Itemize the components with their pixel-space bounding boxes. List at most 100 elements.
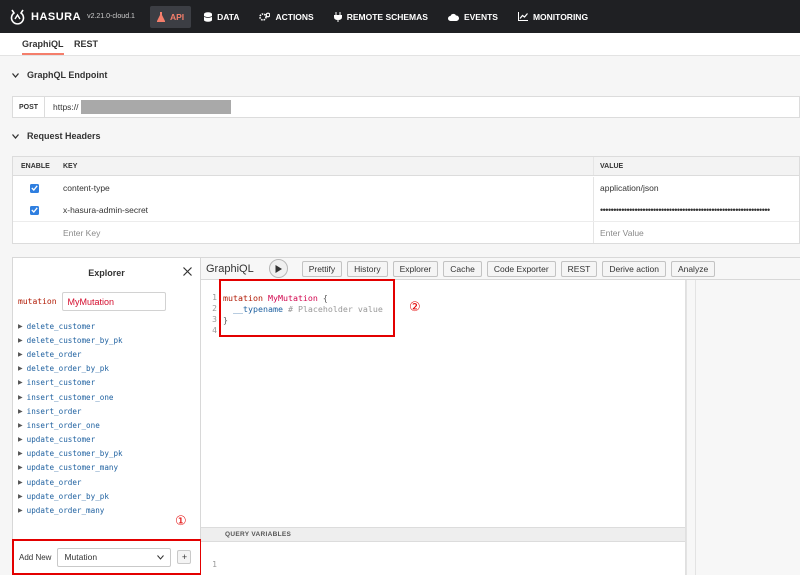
explorer-field-label: delete_customer [26,321,96,331]
graphiql-toolbar: GraphiQL Prettify History Explorer Cache… [201,258,800,280]
annotation-box-2 [219,279,395,337]
chevron-down-icon [12,71,19,80]
annotation-callout-2: ② [409,299,421,314]
explorer-field-item[interactable]: ▶ delete_customer_by_pk [18,333,123,347]
cloud-icon [447,13,459,21]
headers-section-header[interactable]: Request Headers [12,131,101,141]
explorer-field-item[interactable]: ▶ delete_customer [18,319,123,333]
explorer-field-label: insert_customer_one [26,392,114,402]
table-row: content-type application/json [13,177,799,199]
query-variables-header[interactable]: QUERY VARIABLES [201,527,685,542]
headers-section-title: Request Headers [27,131,101,141]
explorer-field-label: update_customer_by_pk [26,449,123,459]
nav-monitoring[interactable]: MONITORING [511,6,595,28]
col-key: KEY [55,157,594,175]
explorer-field-item[interactable]: ▶ insert_customer_one [18,390,123,404]
nav-api[interactable]: API [149,5,192,28]
execute-query-button[interactable] [268,259,288,278]
gears-icon [259,12,271,22]
history-button[interactable]: History [347,260,388,277]
code-exporter-button[interactable]: Code Exporter [486,260,556,277]
analyze-button[interactable]: Analyze [670,260,716,277]
caret-right-icon: ▶ [18,507,23,515]
derive-action-button[interactable]: Derive action [602,260,666,277]
explorer-field-item[interactable]: ▶ delete_order_by_pk [18,362,123,376]
col-enable: ENABLE [21,162,50,170]
nav-events[interactable]: EVENTS [441,6,505,28]
nav-api-label: API [169,11,185,22]
explorer-field-label: delete_customer_by_pk [26,335,123,345]
explorer-field-label: update_order [26,477,82,487]
endpoint-section-header[interactable]: GraphQL Endpoint [12,70,107,80]
caret-right-icon: ▶ [18,336,23,344]
caret-right-icon: ▶ [18,379,23,387]
explorer-field-item[interactable]: ▶ insert_customer [18,376,123,390]
caret-right-icon: ▶ [18,365,23,373]
explorer-field-item[interactable]: ▶ delete_order [18,347,123,361]
explorer-field-item[interactable]: ▶ update_order [18,475,123,489]
table-header-row: ENABLE KEY VALUE [13,157,799,176]
explorer-field-item[interactable]: ▶ update_customer [18,433,123,447]
header-key-input[interactable]: content-type [55,177,594,199]
graphiql-title: GraphiQL [206,262,254,275]
new-value-input[interactable]: Enter Value [594,228,799,238]
enable-checkbox[interactable] [29,183,39,193]
operation-name-input[interactable]: MyMutation [61,292,166,311]
header-key-input[interactable]: x-hasura-admin-secret [55,199,594,221]
hasura-logo-icon [9,8,26,25]
enable-checkbox[interactable] [29,205,39,215]
explorer-panel: Explorer mutation MyMutation ▶ delete_cus… [12,257,201,575]
operation-keyword: mutation [18,297,57,306]
header-value-input[interactable]: ••••••••••••••••••••••••••••••••••••••••… [594,205,799,215]
header-value-input[interactable]: application/json [594,183,799,193]
nav-data-label: DATA [217,11,240,22]
line-number: 3 [212,315,217,324]
caret-right-icon: ▶ [18,436,23,444]
prettify-button[interactable]: Prettify [301,260,343,277]
tab-rest[interactable]: REST [74,39,98,49]
explorer-title: Explorer [88,268,125,278]
explorer-field-item[interactable]: ▶ update_order_many [18,503,123,517]
close-icon[interactable] [183,264,192,279]
explorer-field-item[interactable]: ▶ insert_order [18,404,123,418]
endpoint-url-prefix: https:// [53,102,79,112]
nav-actions[interactable]: ACTIONS [252,6,320,28]
operation-row: mutation MyMutation [18,292,166,311]
brand-name: HASURA [31,10,82,23]
chart-icon [517,12,528,21]
new-key-input[interactable]: Enter Key [55,222,594,243]
http-method[interactable]: POST [13,97,45,117]
caret-right-icon: ▶ [18,492,23,500]
tab-graphiql[interactable]: GraphiQL [22,39,64,55]
chevron-down-icon [12,132,19,141]
caret-right-icon: ▶ [18,478,23,486]
plug-icon [333,11,342,22]
nav-data[interactable]: DATA [197,6,246,28]
request-headers-table: ENABLE KEY VALUE content-type applicatio… [12,156,800,244]
line-number: 4 [212,326,217,335]
nav-remote-schemas-label: REMOTE SCHEMAS [346,11,428,22]
table-row: x-hasura-admin-secret ••••••••••••••••••… [13,199,799,221]
top-navbar: HASURA v2.21.0-cloud.1 API DATA ACTIONS … [0,0,800,33]
rest-button[interactable]: REST [560,260,598,277]
endpoint-section-title: GraphQL Endpoint [27,70,108,80]
caret-right-icon: ▶ [18,322,23,330]
explorer-field-label: update_customer_many [26,463,119,473]
line-number: 2 [212,304,217,313]
cache-button[interactable]: Cache [443,260,482,277]
hasura-logo[interactable]: HASURA v2.21.0-cloud.1 [9,8,135,25]
explorer-field-item[interactable]: ▶ insert_order_one [18,418,123,432]
version-label: v2.21.0-cloud.1 [87,13,135,20]
nav-events-label: EVENTS [463,11,498,22]
explorer-field-label: insert_order [26,406,82,416]
explorer-field-item[interactable]: ▶ update_order_by_pk [18,489,123,503]
explorer-button[interactable]: Explorer [392,260,439,277]
explorer-field-item[interactable]: ▶ update_customer_by_pk [18,447,123,461]
explorer-field-label: update_order_by_pk [26,491,109,501]
annotation-callout-1: ① [175,513,187,528]
caret-right-icon: ▶ [18,393,23,401]
nav-remote-schemas[interactable]: REMOTE SCHEMAS [327,6,435,28]
explorer-field-item[interactable]: ▶ update_customer_many [18,461,123,475]
nav-actions-label: ACTIONS [275,11,314,22]
col-value: VALUE [600,162,624,170]
